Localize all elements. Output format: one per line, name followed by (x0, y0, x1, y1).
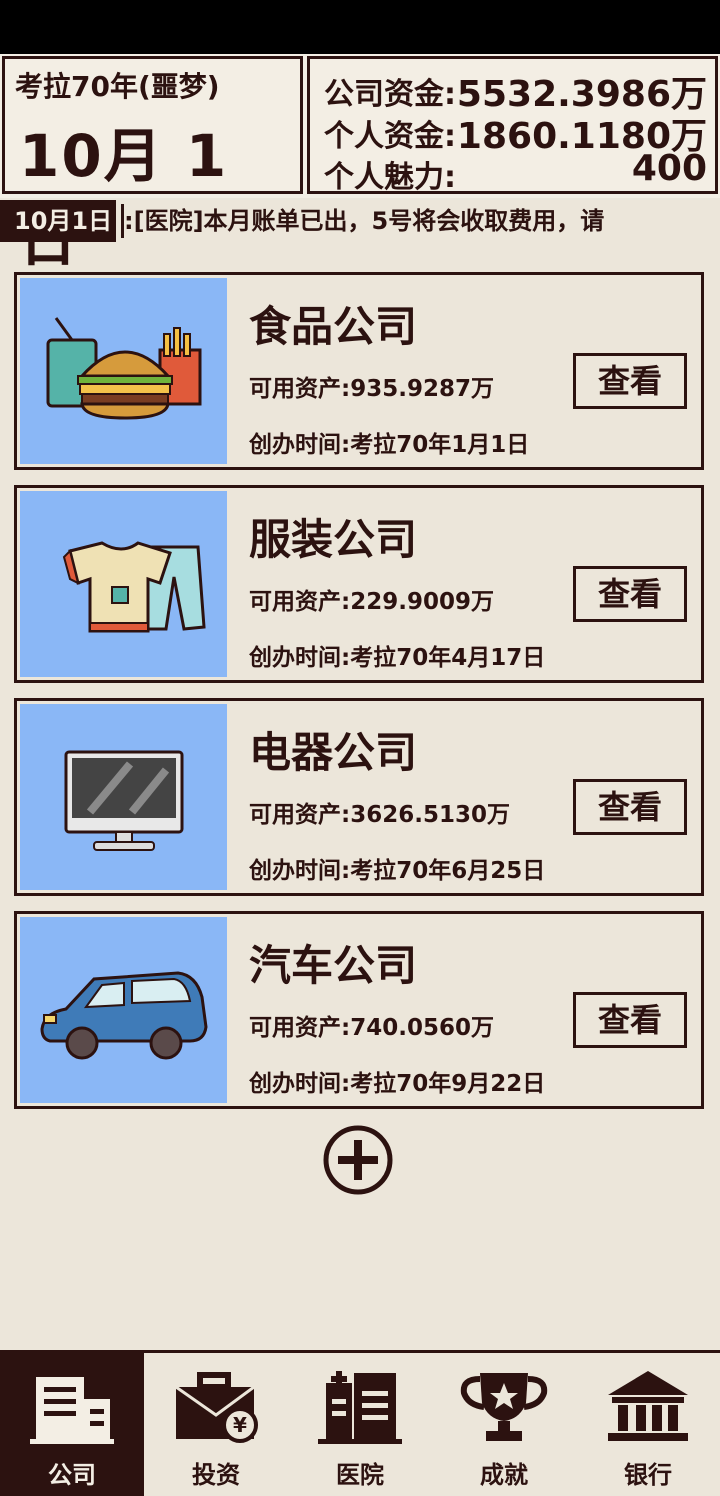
briefcase-icon: ¥ (175, 1372, 258, 1443)
nav-item-label: 投资 (192, 1461, 240, 1489)
header: 考拉70年(噩梦) 10月 1 日 公司资金: 5532.3986万 个人资金:… (0, 54, 720, 274)
company-image (20, 704, 227, 890)
company-card-car[interactable]: 汽车公司 可用资产:740.0560万 创办时间:考拉70年9月22日 查看 (14, 911, 704, 1109)
company-name: 服装公司 (249, 515, 418, 564)
company-card-electronics[interactable]: 电器公司 可用资产:3626.5130万 创办时间:考拉70年6月25日 查看 (14, 698, 704, 896)
company-card-clothing[interactable]: 服装公司 可用资产:229.9009万 创办时间:考拉70年4月17日 查看 (14, 485, 704, 683)
company-card-food[interactable]: 食品公司 可用资产:935.9287万 创办时间:考拉70年1月1日 查看 (14, 272, 704, 470)
date-panel: 考拉70年(噩梦) 10月 1 日 (2, 56, 303, 274)
company-founded: 创办时间:考拉70年1月1日 (249, 432, 530, 458)
view-button[interactable]: 查看 (573, 353, 687, 409)
nav-item-label: 公司 (48, 1461, 96, 1489)
company-funds-row: 公司资金: 5532.3986万 (324, 65, 707, 115)
charm-value: 400 (631, 148, 707, 189)
add-company-button[interactable] (322, 1124, 394, 1196)
nav-item-invest[interactable]: ¥ 投资 (144, 1353, 288, 1496)
plus-circle-icon (323, 1125, 393, 1195)
charm-row: 个人魅力: 400 (324, 148, 707, 195)
view-button[interactable]: 查看 (573, 779, 687, 835)
svg-text:¥: ¥ (233, 1413, 247, 1437)
ticker-message: :[医院]本月账单已出，5号将会收取费用，请 (124, 207, 605, 235)
funds-panel: 公司资金: 5532.3986万 个人资金: 1860.1180万 个人魅力: … (307, 56, 718, 195)
nav-item-achievements[interactable]: 成就 (432, 1353, 576, 1496)
car-icon (40, 971, 208, 1060)
company-founded: 创办时间:考拉70年4月17日 (249, 645, 546, 671)
company-image (20, 491, 227, 677)
bottom-nav: 公司 ¥ 投资 医院 成就 银行 (0, 1350, 720, 1496)
building-icon (30, 1377, 114, 1444)
company-founded: 创办时间:考拉70年9月22日 (249, 1071, 546, 1097)
monitor-icon (64, 750, 184, 851)
view-button[interactable]: 查看 (573, 992, 687, 1048)
hospital-icon (318, 1371, 402, 1444)
company-assets: 可用资产:3626.5130万 (249, 802, 510, 828)
trophy-icon (460, 1373, 548, 1441)
company-assets: 可用资产:740.0560万 (249, 1015, 494, 1041)
nav-item-label: 成就 (480, 1461, 528, 1489)
nav-item-company[interactable]: 公司 (0, 1353, 144, 1496)
company-image (20, 917, 227, 1103)
company-image (20, 278, 227, 464)
food-icon (46, 317, 202, 420)
ticker-date: 10月1日 (0, 200, 117, 242)
nav-item-label: 医院 (336, 1461, 384, 1489)
company-name: 汽车公司 (249, 941, 418, 990)
clothing-icon (62, 541, 206, 633)
year-label: 考拉70年(噩梦) (15, 70, 220, 103)
company-assets: 可用资产:229.9009万 (249, 589, 494, 615)
view-button[interactable]: 查看 (573, 566, 687, 622)
personal-funds-row: 个人资金: 1860.1180万 (324, 107, 707, 157)
company-name: 食品公司 (249, 302, 418, 351)
status-bar (0, 0, 720, 54)
company-founded: 创办时间:考拉70年6月25日 (249, 858, 546, 884)
date-label: 10月 1 日 (19, 122, 229, 274)
news-ticker[interactable]: 10月1日 :[医院]本月账单已出，5号将会收取费用，请 (0, 200, 720, 242)
nav-item-bank[interactable]: 银行 (576, 1353, 720, 1496)
nav-item-hospital[interactable]: 医院 (288, 1353, 432, 1496)
nav-item-label: 银行 (624, 1461, 672, 1489)
company-assets: 可用资产:935.9287万 (249, 376, 494, 402)
charm-label: 个人魅力: (324, 160, 456, 195)
company-name: 电器公司 (249, 728, 418, 777)
bank-icon (608, 1371, 688, 1441)
